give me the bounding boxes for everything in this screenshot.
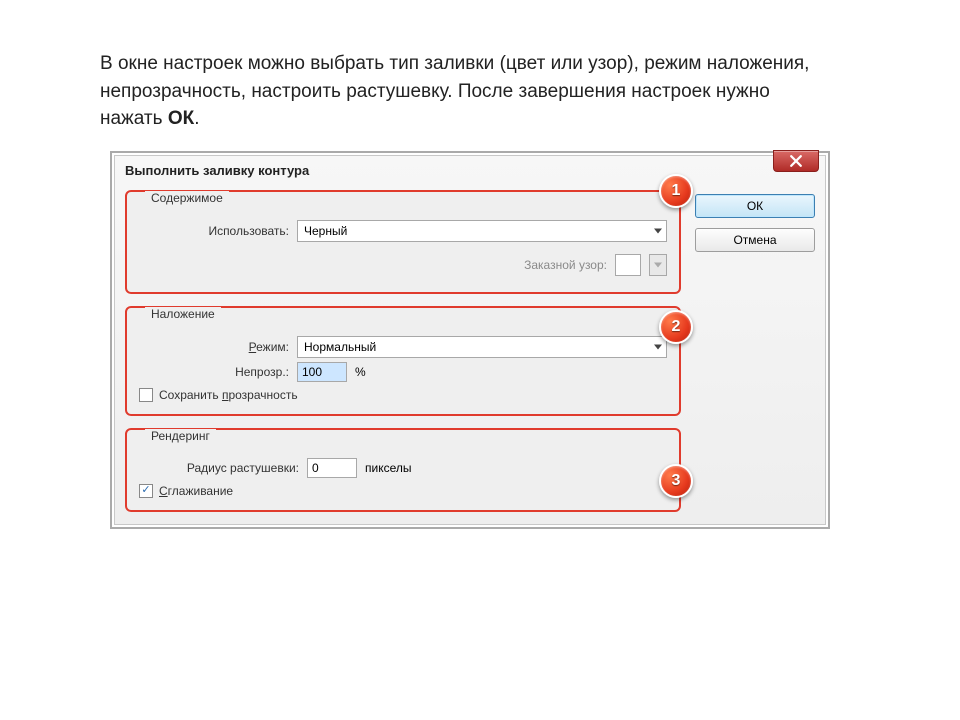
opacity-label: Непрозр.:	[139, 365, 289, 379]
feather-label: Радиус растушевки:	[139, 461, 299, 475]
callout-3: 3	[659, 464, 693, 498]
opacity-suffix: %	[355, 365, 366, 379]
fill-dialog: Выполнить заливку контура Содержимое Исп…	[114, 155, 826, 525]
group-rendering-legend: Рендеринг	[145, 429, 216, 443]
ok-button[interactable]: ОК	[695, 194, 815, 218]
chevron-down-icon	[654, 228, 662, 233]
close-button[interactable]	[773, 150, 819, 172]
close-icon	[790, 155, 802, 167]
callout-2: 2	[659, 310, 693, 344]
use-select-value: Черный	[304, 224, 347, 238]
group-contents: Содержимое Использовать: Черный Заказной…	[125, 190, 681, 294]
mode-select[interactable]: Нормальный	[297, 336, 667, 358]
cancel-button[interactable]: Отмена	[695, 228, 815, 252]
screenshot-frame: Выполнить заливку контура Содержимое Исп…	[110, 151, 830, 529]
checkbox-icon	[139, 388, 153, 402]
antialias-checkbox[interactable]: Сглаживание	[139, 484, 667, 498]
chevron-down-icon	[654, 344, 662, 349]
preserve-transparency-checkbox[interactable]: Сохранить прозрачность	[139, 388, 667, 402]
group-rendering: Рендеринг Радиус растушевки: 0 пикселы С…	[125, 428, 681, 512]
mode-select-value: Нормальный	[304, 340, 376, 354]
dialog-titlebar: Выполнить заливку контура	[115, 156, 825, 186]
pattern-label: Заказной узор:	[524, 258, 607, 272]
dialog-title: Выполнить заливку контура	[125, 163, 309, 178]
feather-input[interactable]: 0	[307, 458, 357, 478]
callout-1: 1	[659, 174, 693, 208]
feather-suffix: пикселы	[365, 461, 412, 475]
use-label: Использовать:	[139, 224, 289, 238]
chevron-down-icon	[654, 262, 662, 267]
group-contents-legend: Содержимое	[145, 191, 229, 205]
group-blending: Наложение Режим: Нормальный Непрозр.: 1	[125, 306, 681, 416]
pattern-dropdown	[649, 254, 667, 276]
group-blending-legend: Наложение	[145, 307, 221, 321]
opacity-input[interactable]: 100	[297, 362, 347, 382]
pattern-swatch	[615, 254, 641, 276]
mode-label: Режим:	[139, 340, 289, 354]
checkbox-icon	[139, 484, 153, 498]
intro-text: В окне настроек можно выбрать тип заливк…	[90, 50, 830, 133]
use-select[interactable]: Черный	[297, 220, 667, 242]
